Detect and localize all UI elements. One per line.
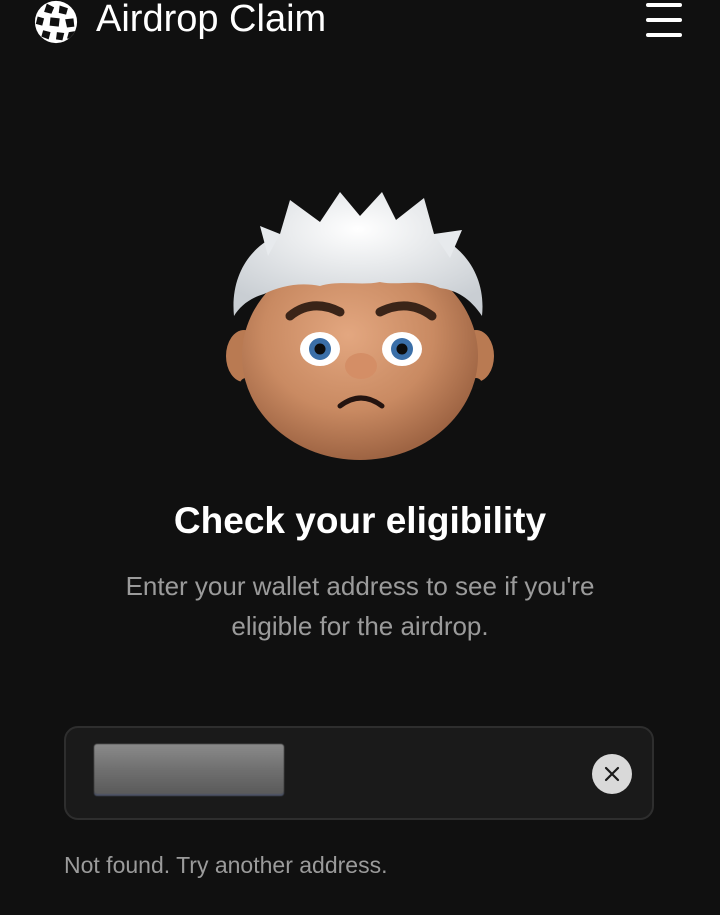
clear-input-button[interactable] — [592, 754, 632, 794]
close-icon — [604, 766, 620, 782]
app-title: Airdrop Claim — [96, 0, 327, 40]
wallet-address-field[interactable] — [64, 726, 654, 820]
sphere-logo-icon[interactable] — [32, 0, 80, 44]
page-description: Enter your wallet address to see if you'… — [125, 571, 595, 641]
status-message: Not found. Try another address. — [64, 852, 388, 878]
page-heading: Check your eligibility — [173, 500, 547, 541]
sad-cartoon-face-icon — [220, 186, 500, 466]
wallet-address-value — [66, 728, 67, 729]
hamburger-menu-icon[interactable] — [642, 3, 686, 39]
redacted-wallet-address[interactable] — [94, 744, 284, 794]
top-bar: Airdrop Claim — [0, 0, 720, 44]
